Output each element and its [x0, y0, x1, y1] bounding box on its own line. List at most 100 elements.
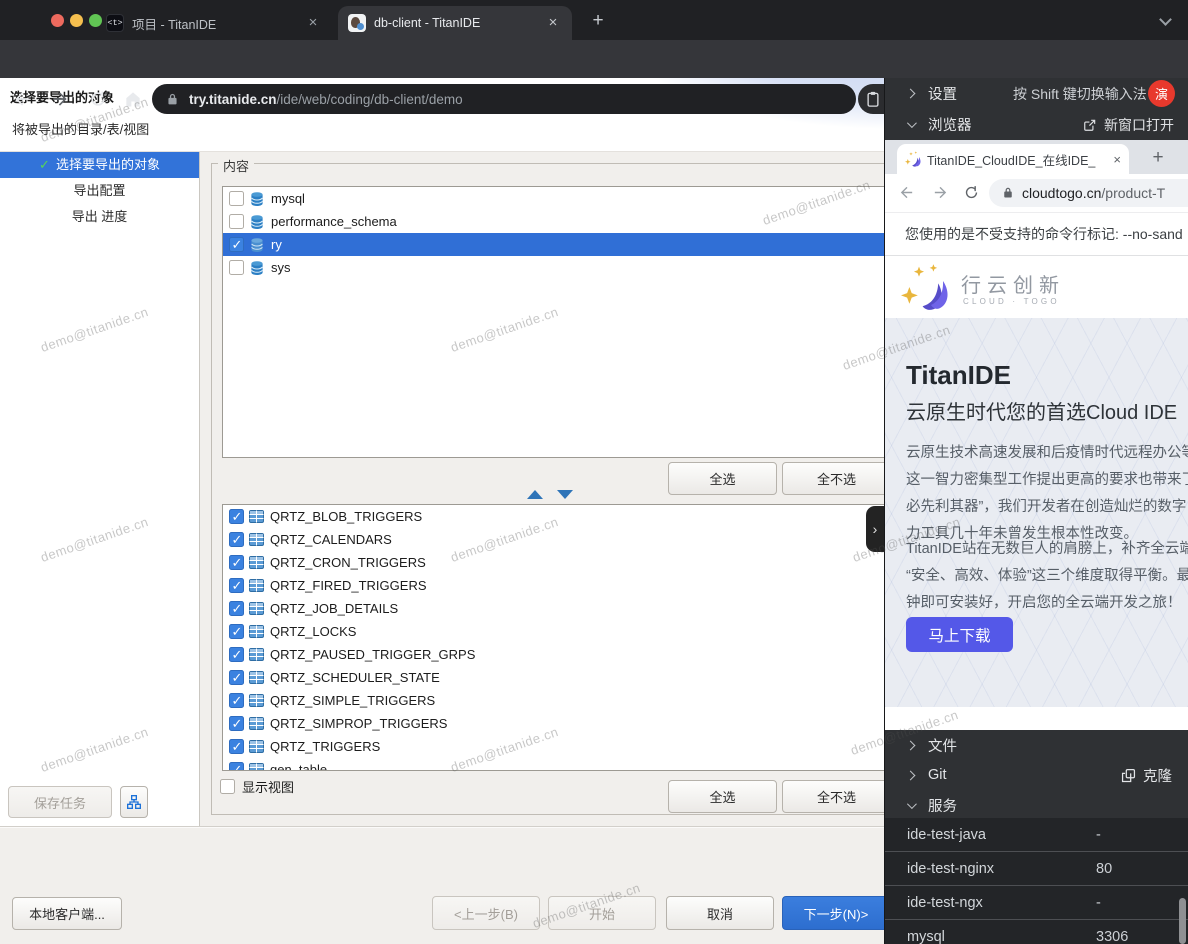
checkbox[interactable] [229, 214, 244, 229]
db-client-favicon [348, 14, 366, 32]
table-row[interactable]: QRTZ_SCHEDULER_STATE [223, 666, 889, 689]
checkbox-checked[interactable] [229, 532, 244, 547]
hero-section: TitanIDE 云原生时代您的首选Cloud IDE 云原生技术高速发展和后疫… [885, 318, 1188, 707]
checkbox-checked[interactable] [229, 578, 244, 593]
schema-row[interactable]: performance_schema [223, 210, 889, 233]
hero-paragraph-1: 云原生技术高速发展和后疫情时代远程办公等 这一智力密集型工作提出更高的要求也带来… [906, 440, 1188, 548]
table-row[interactable]: QRTZ_BLOB_TRIGGERS [223, 505, 889, 528]
service-row[interactable]: ide-test-java - [885, 818, 1188, 852]
clone-button[interactable]: 克隆 [1121, 765, 1172, 786]
schema-row[interactable]: mysql [223, 187, 889, 210]
table-row[interactable]: gen_table [223, 758, 889, 771]
demo-badge[interactable]: 演 [1148, 80, 1175, 107]
table-row[interactable]: QRTZ_PAUSED_TRIGGER_GRPS [223, 643, 889, 666]
back-icon[interactable] [898, 184, 915, 201]
open-in-new-icon [1083, 118, 1097, 132]
new-tab-button[interactable]: + [1145, 145, 1171, 171]
checkbox-checked[interactable] [229, 739, 244, 754]
checkbox[interactable] [220, 779, 235, 794]
close-window-button[interactable] [51, 14, 64, 27]
select-all-tables-button[interactable]: 全选 [668, 780, 777, 813]
table-row[interactable]: QRTZ_SIMPLE_TRIGGERS [223, 689, 889, 712]
checkbox-checked[interactable] [229, 555, 244, 570]
service-row[interactable]: ide-test-nginx 80 [885, 852, 1188, 886]
table-row[interactable]: QRTZ_FIRED_TRIGGERS [223, 574, 889, 597]
checkbox-checked[interactable] [229, 237, 244, 252]
reload-icon[interactable] [88, 89, 108, 109]
close-icon[interactable]: × [1113, 152, 1121, 167]
task-tree-button[interactable] [120, 786, 148, 818]
forward-icon[interactable] [932, 184, 949, 201]
minimize-window-button[interactable] [70, 14, 83, 27]
embedded-address-bar[interactable]: cloudtogo.cn/product-T [989, 179, 1188, 207]
back-icon[interactable] [12, 89, 32, 109]
tab-project[interactable]: <t> 项目 - TitanIDE × [96, 6, 332, 40]
url-path: /product-T [1101, 185, 1165, 201]
table-row[interactable]: QRTZ_SIMPROP_TRIGGERS [223, 712, 889, 735]
forward-icon[interactable] [50, 89, 70, 109]
table-row[interactable]: QRTZ_TRIGGERS [223, 735, 889, 758]
ide-side-panel: 设置 按 Shift 键切换输入法 演 浏览器 新窗口打开 TitanIDE_C… [884, 78, 1188, 944]
schema-name: sys [271, 260, 291, 275]
table-row[interactable]: QRTZ_CRON_TRIGGERS [223, 551, 889, 574]
services-section-row[interactable]: 服务 [885, 790, 1188, 820]
address-bar[interactable]: try.titanide.cn/ide/web/coding/db-client… [152, 84, 856, 114]
files-section-row[interactable]: 文件 [885, 730, 1188, 760]
start-button[interactable]: 开始 [548, 896, 656, 930]
home-icon[interactable] [123, 89, 143, 109]
reload-icon[interactable] [963, 184, 980, 201]
chevron-down-icon[interactable] [1159, 13, 1172, 26]
settings-row[interactable]: 设置 按 Shift 键切换输入法 演 [885, 78, 1188, 109]
splitter-sash[interactable] [527, 490, 573, 499]
cloudtogo-logo [901, 263, 949, 311]
close-icon[interactable]: × [304, 14, 322, 32]
table-icon [249, 648, 264, 661]
schema-name: mysql [271, 191, 305, 206]
select-all-schemas-button[interactable]: 全选 [668, 462, 777, 495]
schema-name: ry [271, 237, 282, 252]
checkbox[interactable] [229, 191, 244, 206]
table-row[interactable]: QRTZ_CALENDARS [223, 528, 889, 551]
browser-section-row[interactable]: 浏览器 新窗口打开 [885, 109, 1188, 140]
back-button[interactable]: <上一步(B) [432, 896, 540, 930]
next-button[interactable]: 下一步(N)> [782, 896, 890, 930]
checkbox-checked[interactable] [229, 670, 244, 685]
open-new-window-button[interactable]: 新窗口打开 [1083, 115, 1174, 135]
git-section-row[interactable]: Git 克隆 [885, 760, 1188, 790]
service-row[interactable]: mysql 3306 [885, 920, 1188, 944]
checkbox-checked[interactable] [229, 647, 244, 662]
brand-header: 行云创新 CLOUD · TOGO [885, 256, 1188, 318]
checkbox-checked[interactable] [229, 762, 244, 771]
sitemap-icon [126, 794, 142, 810]
table-row[interactable]: QRTZ_JOB_DETAILS [223, 597, 889, 620]
scrollbar-thumb[interactable] [1179, 898, 1186, 944]
table-name: QRTZ_PAUSED_TRIGGER_GRPS [270, 647, 475, 662]
cancel-button[interactable]: 取消 [666, 896, 774, 930]
tab-db-client[interactable]: db-client - TitanIDE × [338, 6, 572, 40]
service-row[interactable]: ide-test-ngx - [885, 886, 1188, 920]
checkbox-checked[interactable] [229, 509, 244, 524]
checkbox-checked[interactable] [229, 601, 244, 616]
tab-title: db-client - TitanIDE [374, 16, 536, 30]
new-tab-button[interactable]: + [586, 9, 610, 33]
close-icon[interactable]: × [544, 14, 562, 32]
schema-row-selected[interactable]: ry [223, 233, 889, 256]
show-views-row[interactable]: 显示视图 [220, 777, 294, 796]
schema-row[interactable]: sys [223, 256, 889, 279]
brand-name: 行云创新 [961, 269, 1065, 298]
arrow-down-icon[interactable] [557, 490, 573, 499]
select-none-tables-button[interactable]: 全不选 [782, 780, 891, 813]
arrow-up-icon[interactable] [527, 490, 543, 499]
save-task-button[interactable]: 保存任务 [8, 786, 112, 818]
checkbox-checked[interactable] [229, 624, 244, 639]
checkbox[interactable] [229, 260, 244, 275]
download-button[interactable]: 马上下载 [906, 617, 1013, 652]
select-none-schemas-button[interactable]: 全不选 [782, 462, 891, 495]
checkbox-checked[interactable] [229, 693, 244, 708]
local-client-button[interactable]: 本地客户端... [12, 897, 122, 930]
clipboard-icon[interactable] [864, 89, 882, 109]
embedded-tab[interactable]: TitanIDE_CloudIDE_在线IDE_ × [897, 144, 1129, 174]
checkbox-checked[interactable] [229, 716, 244, 731]
table-row[interactable]: QRTZ_LOCKS [223, 620, 889, 643]
panel-collapse-handle[interactable]: › [866, 506, 884, 552]
